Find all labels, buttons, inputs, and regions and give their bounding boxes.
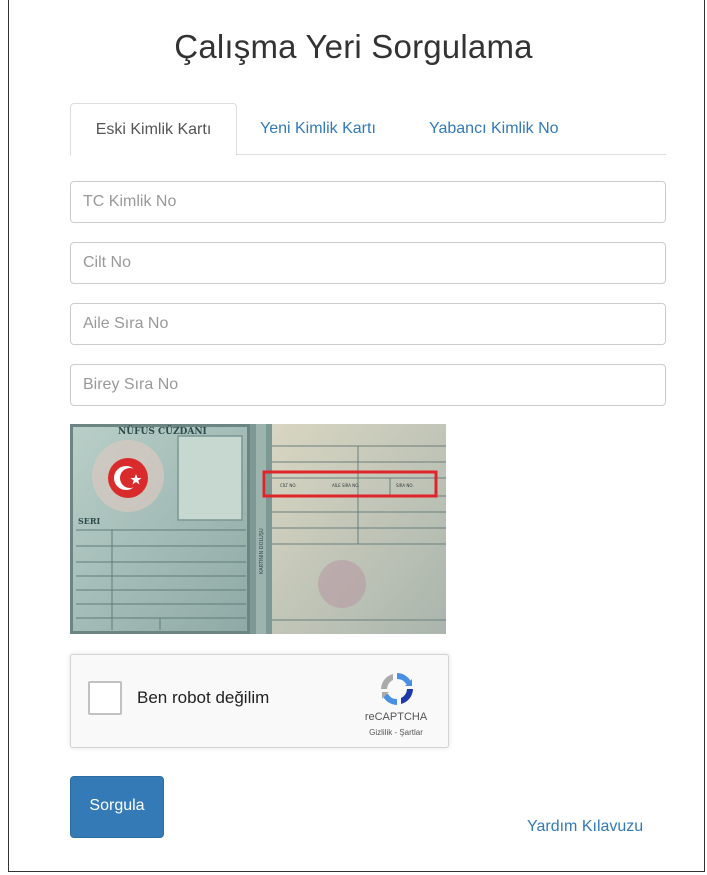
id-card-field-cilt: CİLT NO. bbox=[280, 483, 297, 488]
recaptcha-checkbox[interactable] bbox=[88, 681, 122, 715]
recaptcha-label: Ben robot değilim bbox=[137, 688, 270, 707]
page-title: Çalışma Yeri Sorgulama bbox=[174, 28, 533, 65]
tab-yabanci-kimlik-no[interactable]: Yabancı Kimlik No bbox=[413, 103, 575, 155]
birey-sira-no-input[interactable] bbox=[70, 364, 666, 406]
id-card-field-sira: SIRA NO. bbox=[396, 483, 414, 488]
id-card-vertical-label: KARTININ DOLUŞU bbox=[259, 528, 265, 574]
recaptcha-logo-icon bbox=[381, 673, 413, 705]
cilt-no-input[interactable] bbox=[70, 242, 666, 284]
tab-yeni-kimlik-karti[interactable]: Yeni Kimlik Kartı bbox=[244, 103, 392, 155]
sorgula-button[interactable]: Sorgula bbox=[70, 776, 164, 838]
tab-eski-kimlik-karti[interactable]: Eski Kimlik Kartı bbox=[70, 103, 237, 156]
recaptcha-brand: reCAPTCHA bbox=[364, 711, 428, 723]
aile-sira-no-input[interactable] bbox=[70, 303, 666, 345]
id-card-field-aile: AİLE SIRA NO. bbox=[332, 483, 360, 488]
id-card-illustration: NÜFUS CÜZDANI SERI CİLT NO. AİLE SIRA NO… bbox=[70, 424, 446, 634]
recaptcha-widget: Ben robot değilim reCAPTCHA Gizlilik - Ş… bbox=[70, 654, 449, 748]
tc-kimlik-no-input[interactable] bbox=[70, 181, 666, 223]
help-guide-link[interactable]: Yardım Kılavuzu bbox=[527, 818, 643, 836]
recaptcha-privacy-terms-link[interactable]: Gizlilik - Şartlar bbox=[343, 728, 449, 737]
id-card-image: NÜFUS CÜZDANI SERI CİLT NO. AİLE SIRA NO… bbox=[70, 424, 446, 634]
tab-bar: Eski Kimlik Kartı Yeni Kimlik Kartı Yaba… bbox=[70, 103, 666, 156]
id-card-seri-label: SERI bbox=[78, 516, 101, 526]
